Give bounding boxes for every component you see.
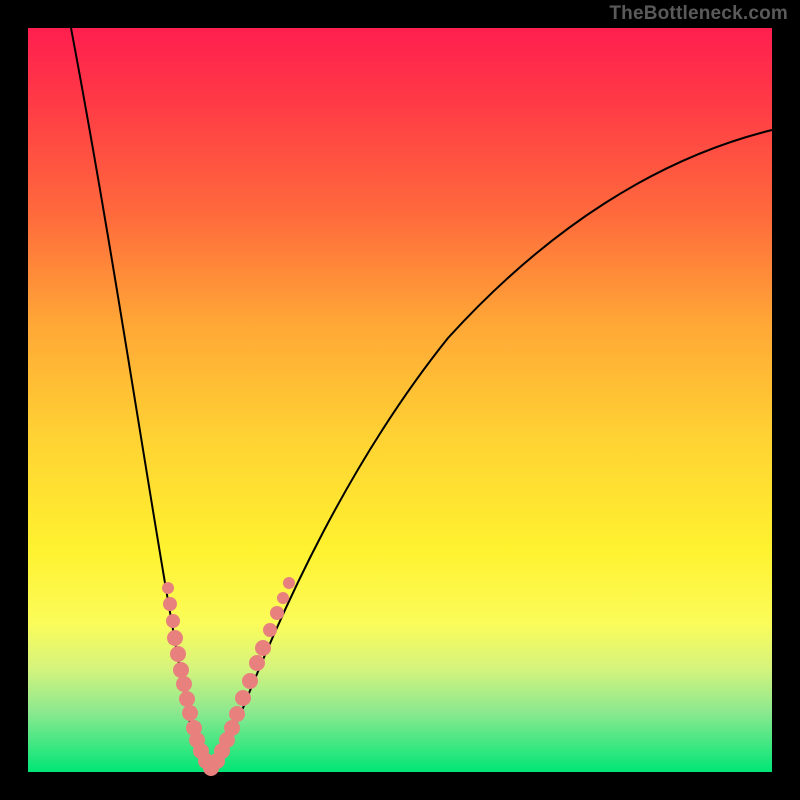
bead-dot — [176, 676, 192, 692]
bead-dot — [277, 592, 289, 604]
bead-dot — [179, 691, 195, 707]
bead-dot — [263, 623, 277, 637]
plot-svg — [28, 28, 772, 772]
bead-group — [162, 577, 295, 776]
stage: TheBottleneck.com — [0, 0, 800, 800]
bead-dot — [167, 630, 183, 646]
watermark-text: TheBottleneck.com — [609, 4, 788, 23]
bead-dot — [283, 577, 295, 589]
bead-dot — [249, 655, 265, 671]
bead-dot — [170, 646, 186, 662]
bead-dot — [224, 720, 240, 736]
bead-dot — [162, 582, 174, 594]
bead-dot — [235, 690, 251, 706]
gradient-panel — [28, 28, 772, 772]
bead-dot — [242, 673, 258, 689]
bead-dot — [163, 597, 177, 611]
bead-dot — [270, 606, 284, 620]
bead-dot — [173, 662, 189, 678]
bead-dot — [166, 614, 180, 628]
bead-dot — [182, 705, 198, 721]
bead-dot — [255, 640, 271, 656]
bead-dot — [229, 706, 245, 722]
